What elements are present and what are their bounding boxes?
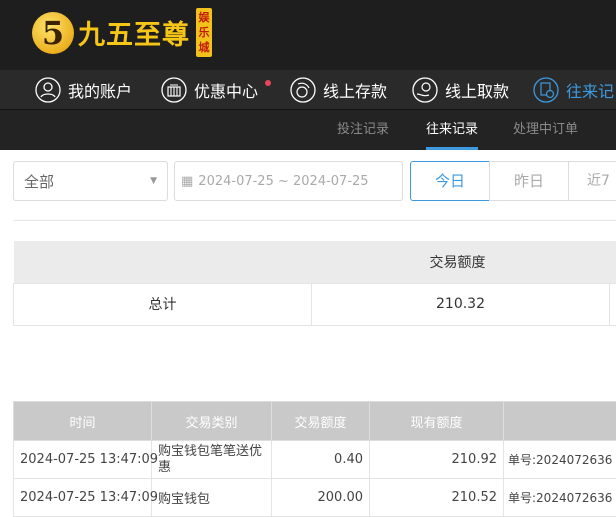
brand-name: 九五至尊 — [78, 20, 190, 51]
nav-deposit[interactable]: 线上存款 — [290, 70, 387, 110]
record-icon — [533, 77, 559, 103]
cell-time: 2024-07-25 13:47:09 — [13, 440, 158, 479]
tab-bet-records[interactable]: 投注记录 — [337, 110, 389, 150]
table-row: 2024-07-25 13:47:09 购宝钱包 200.00 210.52 单… — [13, 478, 616, 517]
details-table: 时间 交易类别 交易额度 现有额度 2024-07-25 13:47:09 购宝… — [13, 401, 616, 517]
logo[interactable]: 5 九五至尊 娱乐城 — [32, 8, 212, 57]
cell-type: 购宝钱包笔笔送优惠 — [151, 440, 272, 479]
nav-label: 线上取款 — [445, 82, 510, 101]
tab-pending-orders[interactable]: 处理中订单 — [513, 110, 578, 150]
cell-note: 单号:2024072636 — [503, 478, 616, 517]
cell-balance: 210.92 — [369, 440, 504, 479]
nav-records[interactable]: 往来记 — [533, 70, 614, 110]
cell-balance: 210.52 — [369, 478, 504, 517]
nav-label: 优惠中心 — [194, 82, 259, 101]
sub-nav: 投注记录 往来记录 处理中订单 — [0, 110, 616, 150]
nav-label: 我的账户 — [68, 82, 133, 101]
date-range-input[interactable]: ▦ 2024-07-25 ~ 2024-07-25 — [174, 161, 403, 201]
type-select-value: 全部 — [24, 172, 55, 191]
cell-amount: 0.40 — [271, 440, 370, 479]
table-row: 2024-07-25 13:47:09 购宝钱包笔笔送优惠 0.40 210.9… — [13, 440, 616, 479]
nav-promotions[interactable]: 优惠中心 — [161, 70, 258, 110]
column-header-time: 时间 — [13, 401, 152, 441]
quick-yesterday-button[interactable]: 昨日 — [489, 161, 569, 201]
deposit-icon — [290, 77, 316, 103]
column-header-balance: 现有额度 — [369, 401, 504, 441]
divider — [13, 220, 616, 221]
column-header-note — [503, 401, 616, 441]
summary-label: 总计 — [13, 282, 312, 326]
nav-label: 线上存款 — [323, 82, 388, 101]
summary-value: 210.32 — [311, 282, 610, 326]
column-header-type: 交易类别 — [151, 401, 272, 441]
nav-label: 往来记 — [566, 82, 615, 101]
nav-withdraw[interactable]: 线上取款 — [412, 70, 509, 110]
withdraw-icon — [412, 77, 438, 103]
gift-icon — [161, 77, 187, 103]
cell-amount: 200.00 — [271, 478, 370, 517]
quick-today-button[interactable]: 今日 — [410, 161, 490, 201]
notification-badge — [265, 80, 271, 86]
calendar-icon: ▦ — [181, 173, 194, 189]
user-icon — [35, 77, 61, 103]
nav-my-account[interactable]: 我的账户 — [35, 70, 132, 110]
quick-7days-button[interactable]: 近7 — [568, 161, 616, 201]
cell-note: 单号:2024072636 — [503, 440, 616, 479]
date-range-value: 2024-07-25 ~ 2024-07-25 — [198, 173, 369, 189]
cell-type: 购宝钱包 — [151, 478, 272, 517]
type-select[interactable]: 全部 ▼ — [13, 161, 168, 201]
logo-badge: 5 — [32, 11, 74, 54]
summary-header: 交易额度 — [13, 241, 616, 283]
top-header: 5 九五至尊 娱乐城 — [0, 0, 616, 70]
main-nav: 我的账户 优惠中心 线上存款 线上取款 往来记 — [0, 70, 616, 110]
summary-table: 交易额度 总计 210.32 — [13, 241, 616, 326]
cell-time: 2024-07-25 13:47:09 — [13, 478, 158, 517]
brand-sub: 娱乐城 — [196, 8, 212, 57]
chevron-down-icon: ▼ — [150, 176, 157, 186]
column-header-amount: 交易额度 — [271, 401, 370, 441]
tab-transaction-records[interactable]: 往来记录 — [426, 110, 479, 150]
